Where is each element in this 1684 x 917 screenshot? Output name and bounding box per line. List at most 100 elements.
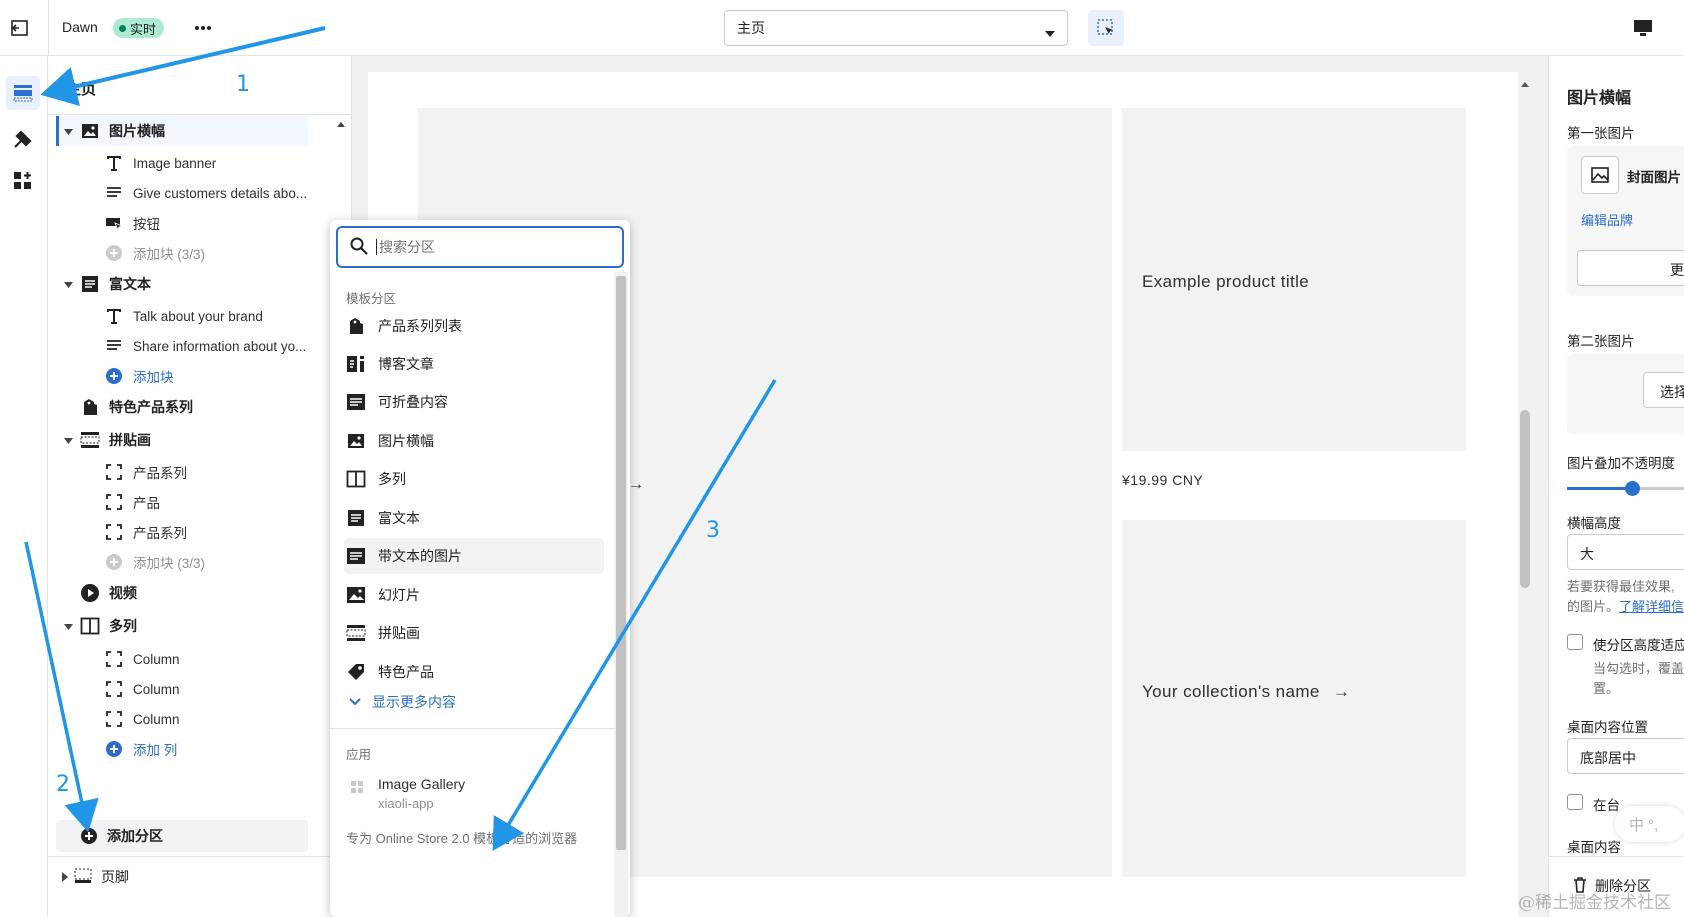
collage-icon: [80, 430, 100, 450]
block-item[interactable]: Talk about your brand: [56, 301, 308, 331]
divider: [330, 728, 616, 729]
block-item[interactable]: Column: [56, 644, 308, 674]
annotation-label-3: 3: [706, 518, 720, 543]
cover-image-name: 封面图片: [1627, 170, 1681, 185]
collage-icon: [344, 621, 368, 645]
item-label: 特色产品系列: [109, 399, 193, 415]
section-option[interactable]: 可折叠内容: [344, 384, 604, 420]
page-select[interactable]: 主页: [724, 10, 1068, 46]
section-option-label: 幻灯片: [378, 587, 420, 603]
plus-circle-icon: [104, 366, 124, 386]
collapsible-icon: [344, 390, 368, 414]
block-item[interactable]: Column: [56, 674, 308, 704]
caret-down-icon[interactable]: [64, 123, 78, 139]
status-badge: 实时: [113, 18, 165, 38]
block-item[interactable]: Image banner: [56, 148, 308, 178]
section-option-label: 博客文章: [378, 356, 434, 372]
caret-right-icon: [62, 869, 68, 885]
block-item[interactable]: 产品系列: [56, 457, 308, 487]
item-label: 添加块: [133, 370, 174, 385]
section-option[interactable]: 带文本的图片: [344, 538, 604, 574]
popup-scroll-thumb[interactable]: [616, 276, 626, 850]
app-footer-note: 专为 Online Store 2.0 模板打造的浏览器: [346, 831, 578, 846]
plus-circle-icon: [104, 739, 124, 759]
second-image-label: 第二张图片: [1567, 334, 1635, 349]
caret-down-icon[interactable]: [64, 618, 78, 634]
search-field[interactable]: [336, 226, 624, 268]
section-option[interactable]: 特色产品: [344, 654, 604, 690]
section-option[interactable]: 图片横幅: [344, 423, 604, 459]
product-title[interactable]: Example product title: [1142, 272, 1309, 292]
change-image-button[interactable]: 更: [1577, 250, 1684, 286]
slideshow-icon: [344, 583, 368, 607]
caret-down-icon[interactable]: [64, 432, 78, 448]
change-image-label: 更: [1670, 262, 1684, 278]
section-option[interactable]: 拼贴画: [344, 615, 604, 651]
collection-list-icon: [344, 314, 368, 338]
section-item[interactable]: 多列: [56, 611, 308, 641]
blog-icon: [344, 352, 368, 376]
select-element-icon[interactable]: [1088, 10, 1124, 46]
section-item[interactable]: 图片横幅: [56, 116, 308, 146]
item-label: 产品: [133, 496, 160, 511]
edit-brand-link[interactable]: 编辑品牌: [1581, 210, 1633, 229]
exit-icon[interactable]: [10, 18, 30, 38]
item-label: 添加 列: [133, 743, 178, 758]
section-option[interactable]: 博客文章: [344, 346, 604, 382]
scrollbar-up-icon[interactable]: [336, 116, 346, 132]
adapt-height-hint-2: 置。: [1593, 681, 1620, 696]
slider-thumb[interactable]: [1624, 481, 1640, 496]
banner-height-select[interactable]: 大: [1567, 534, 1684, 570]
overlay-opacity-slider[interactable]: [1567, 480, 1684, 496]
tag-icon: [344, 660, 368, 684]
adapt-height-checkbox[interactable]: [1567, 634, 1583, 650]
block-item[interactable]: 添加块: [56, 361, 308, 391]
desktop-position-select[interactable]: 底部居中: [1567, 738, 1684, 774]
adapt-height-label: 使分区高度适应: [1593, 638, 1684, 653]
footer-section[interactable]: 页脚: [62, 862, 129, 892]
button-icon: [104, 213, 124, 233]
item-label: 产品系列: [133, 526, 187, 541]
block-item[interactable]: Column: [56, 704, 308, 734]
section-item[interactable]: 拼贴画: [56, 425, 308, 455]
block-item[interactable]: 产品: [56, 487, 308, 517]
collection-name[interactable]: Your collection's name →: [1142, 682, 1350, 702]
sections-icon[interactable]: [6, 76, 40, 110]
more-horizontal-icon[interactable]: [192, 18, 214, 38]
section-option[interactable]: 产品系列列表: [344, 308, 604, 344]
section-item[interactable]: 视频: [56, 578, 308, 608]
learn-more-link[interactable]: 了解详细信: [1619, 599, 1684, 614]
app-item-image-gallery[interactable]: Image Gallery xiaoli-app: [344, 774, 604, 818]
show-container-label: 在台: [1593, 798, 1620, 813]
section-option-label: 可折叠内容: [378, 394, 448, 410]
desktop-icon[interactable]: [1632, 18, 1654, 38]
block-item[interactable]: Share information about yo...: [56, 331, 308, 361]
section-option-label: 特色产品: [378, 664, 434, 680]
theme-settings-icon[interactable]: [12, 128, 34, 150]
collection-icon: [80, 397, 100, 417]
desktop-content-label: 桌面内容: [1567, 840, 1621, 855]
select-image-button[interactable]: 选择: [1643, 372, 1684, 408]
add-section-button[interactable]: 添加分区: [56, 820, 308, 852]
scrollbar-up-icon[interactable]: [1520, 76, 1530, 92]
block-item[interactable]: Give customers details abo...: [56, 178, 308, 208]
section-option[interactable]: 富文本: [344, 500, 604, 536]
overlay-opacity-label: 图片叠加不透明度: [1567, 456, 1675, 471]
preview-scroll-thumb[interactable]: [1520, 410, 1530, 588]
divider: [48, 856, 351, 857]
block-item[interactable]: 按钮: [56, 208, 308, 238]
section-option[interactable]: 多列: [344, 461, 604, 497]
section-option[interactable]: 幻灯片: [344, 577, 604, 613]
block-item[interactable]: 添加 列: [56, 734, 308, 764]
block-item[interactable]: 产品系列: [56, 517, 308, 547]
template-sections-heading: 模板分区: [346, 292, 397, 306]
dashed-square-icon: [104, 462, 124, 482]
show-container-checkbox[interactable]: [1567, 794, 1583, 810]
section-item[interactable]: 特色产品系列: [56, 392, 308, 422]
arrow-right-icon: →: [628, 476, 644, 493]
section-item[interactable]: 富文本: [56, 269, 308, 299]
caret-down-icon[interactable]: [64, 276, 78, 292]
search-input[interactable]: [376, 239, 596, 255]
apps-icon[interactable]: [12, 170, 34, 192]
show-more-button[interactable]: 显示更多内容: [348, 692, 456, 712]
